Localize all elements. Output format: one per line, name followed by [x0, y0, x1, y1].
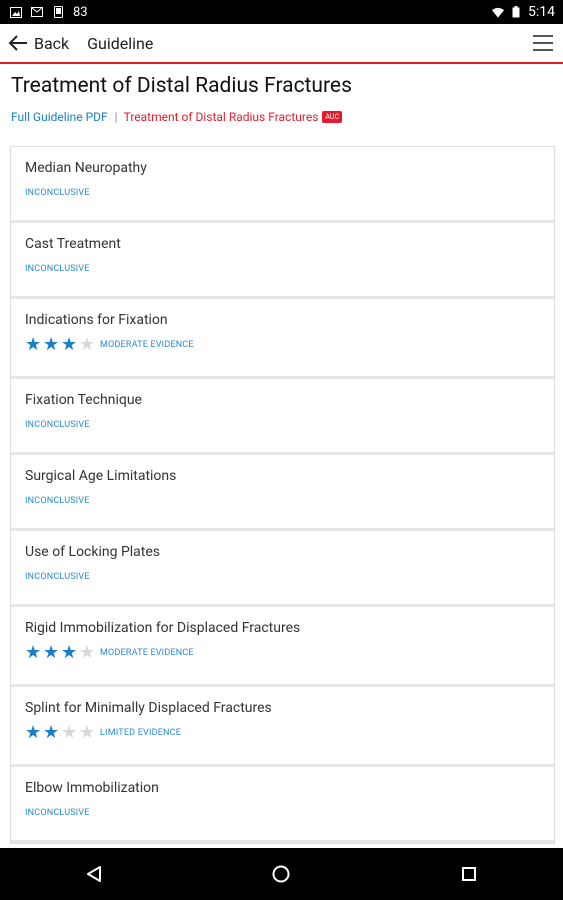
link-separator: | — [114, 110, 118, 124]
star-empty-icon: ★ — [79, 722, 96, 743]
evidence-label: MODERATE EVIDENCE — [100, 648, 194, 658]
list-item[interactable]: Elbow Immobilization INCONCLUSIVE — [11, 767, 554, 843]
star-rating: ★ ★ ★ ★ — [25, 642, 97, 663]
item-title: Splint for Minimally Displaced Fractures — [25, 700, 272, 716]
list-item[interactable]: Cast Treatment INCONCLUSIVE — [11, 223, 554, 299]
full-guideline-pdf-link[interactable]: Full Guideline PDF — [11, 110, 108, 124]
evidence-label: INCONCLUSIVE — [25, 496, 90, 506]
item-title: Surgical Age Limitations — [25, 468, 177, 484]
item-title: Cast Treatment — [25, 236, 121, 252]
item-title: Elbow Immobilization — [25, 780, 159, 796]
star-filled-icon: ★ — [43, 334, 60, 355]
status-notifications: 83 — [0, 5, 88, 20]
nav-recents-button[interactable] — [439, 854, 499, 894]
nav-home-button[interactable] — [251, 854, 311, 894]
star-filled-icon: ★ — [43, 642, 60, 663]
item-title: Median Neuropathy — [25, 160, 147, 176]
star-filled-icon: ★ — [61, 334, 78, 355]
status-bar: 83 5:14 — [0, 0, 563, 24]
star-filled-icon: ★ — [25, 642, 42, 663]
auc-badge: AUC — [322, 111, 343, 123]
triangle-back-icon — [86, 866, 101, 882]
star-rating: ★ ★ ★ ★ — [25, 334, 97, 355]
list-item[interactable]: Splint for Minimally Displaced Fractures… — [11, 687, 554, 767]
page-title: Treatment of Distal Radius Fractures — [11, 74, 352, 98]
item-title: Use of Locking Plates — [25, 544, 161, 560]
star-empty-icon: ★ — [79, 642, 96, 663]
mail-notification-icon — [31, 6, 43, 18]
star-filled-icon: ★ — [61, 642, 78, 663]
main-content: Treatment of Distal Radius Fractures Ful… — [0, 64, 563, 848]
image-notification-icon — [10, 6, 22, 18]
star-rating: ★ ★ ★ ★ — [25, 722, 97, 743]
wifi-icon — [492, 6, 504, 18]
auc-link[interactable]: Treatment of Distal Radius Fractures — [124, 110, 319, 124]
recommendation-list: Median Neuropathy INCONCLUSIVE Cast Trea… — [10, 146, 555, 844]
evidence-label: LIMITED EVIDENCE — [100, 728, 182, 738]
square-recents-icon — [462, 867, 477, 881]
evidence-label: INCONCLUSIVE — [25, 572, 90, 582]
back-arrow-icon — [8, 35, 27, 51]
status-system: 5:14 — [492, 4, 563, 20]
app-bar: Back Guideline — [0, 24, 563, 64]
battery-icon — [510, 6, 522, 18]
system-nav-bar — [0, 848, 563, 900]
evidence-label: INCONCLUSIVE — [25, 264, 90, 274]
list-item[interactable]: Use of Locking Plates INCONCLUSIVE — [11, 531, 554, 607]
list-item[interactable]: Indications for Fixation ★ ★ ★ ★ MODERAT… — [11, 299, 554, 379]
star-filled-icon: ★ — [43, 722, 60, 743]
item-title: Fixation Technique — [25, 392, 142, 408]
star-filled-icon: ★ — [25, 722, 42, 743]
clock: 5:14 — [528, 4, 555, 20]
evidence-label: MODERATE EVIDENCE — [100, 340, 194, 350]
list-item[interactable]: Median Neuropathy INCONCLUSIVE — [11, 147, 554, 223]
star-empty-icon: ★ — [79, 334, 96, 355]
app-title: Guideline — [87, 33, 154, 53]
notification-count: 83 — [73, 4, 88, 20]
evidence-label: INCONCLUSIVE — [25, 188, 90, 198]
list-item[interactable]: Fixation Technique INCONCLUSIVE — [11, 379, 554, 455]
phone-notification-icon — [52, 6, 64, 18]
star-filled-icon: ★ — [25, 334, 42, 355]
item-title: Rigid Immobilization for Displaced Fract… — [25, 620, 301, 636]
list-item[interactable]: Surgical Age Limitations INCONCLUSIVE — [11, 455, 554, 531]
nav-back-button[interactable] — [64, 854, 124, 894]
circle-home-icon — [272, 865, 290, 883]
guideline-links: Full Guideline PDF | Treatment of Distal… — [11, 110, 563, 124]
evidence-label: INCONCLUSIVE — [25, 808, 90, 818]
back-label: Back — [34, 33, 70, 53]
list-item[interactable]: Rigid Immobilization for Displaced Fract… — [11, 607, 554, 687]
evidence-label: INCONCLUSIVE — [25, 420, 90, 430]
item-title: Indications for Fixation — [25, 312, 168, 328]
star-empty-icon: ★ — [61, 722, 78, 743]
back-button[interactable]: Back — [0, 34, 69, 53]
menu-icon[interactable] — [533, 35, 553, 51]
